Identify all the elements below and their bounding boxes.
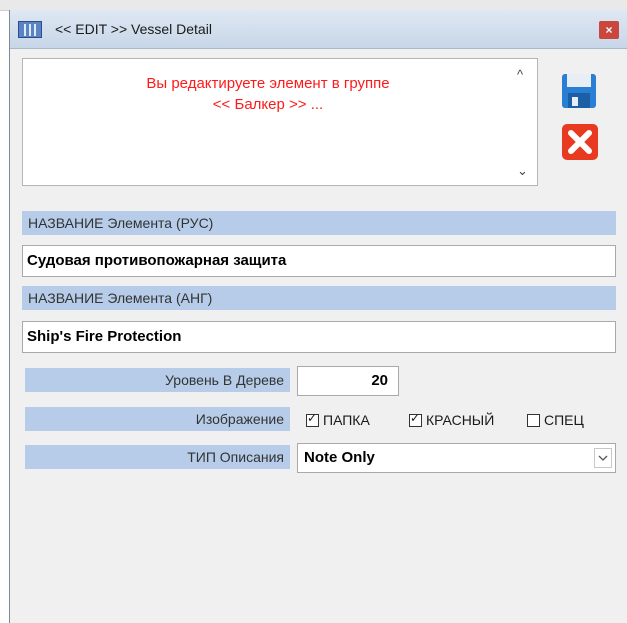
chevron-down-shape [598,455,608,461]
chevron-down-icon[interactable] [594,448,612,468]
checkbox-spec-label: СПЕЦ [544,412,584,428]
name-ru-header: НАЗВАНИЕ Элемента (РУС) [22,211,616,235]
check-icon: ✓ [410,411,421,425]
checkbox-box[interactable]: ✓ [409,411,422,427]
description-type-label: ТИП Описания [25,445,290,469]
vessel-detail-dialog: << EDIT >> Vessel Detail × Вы редактируе… [9,10,627,623]
checkbox-box[interactable]: ✓ [306,411,319,427]
save-button[interactable] [561,73,597,109]
name-en-header: НАЗВАНИЕ Элемента (АНГ) [22,286,616,310]
description-type-value: Note Only [304,449,375,466]
description-type-select[interactable]: Note Only [297,443,616,473]
message-line-1: Вы редактируете элемент в группе [146,75,390,92]
name-en-input[interactable]: Ship's Fire Protection [22,321,616,353]
message-box[interactable]: Вы редактируете элемент в группе << Балк… [22,58,538,186]
red-x-icon [562,124,598,160]
checkbox-spec[interactable]: СПЕЦ [527,410,584,430]
checkbox-box[interactable] [527,414,540,427]
checkbox-red-label: КРАСНЫЙ [426,412,495,428]
message-line-2: << Балкер >> ... [212,96,324,113]
title-bar: << EDIT >> Vessel Detail × [10,10,627,49]
checkbox-red[interactable]: ✓ КРАСНЫЙ [409,410,494,430]
checkbox-folder-label: ПАПКА [323,412,370,428]
message-text: Вы редактируете элемент в группе << Балк… [23,73,513,115]
tree-level-label: Уровень В Дереве [25,368,290,392]
cancel-button[interactable] [561,123,599,161]
checkbox-folder[interactable]: ✓ ПАПКА [306,410,370,430]
app-window-icon [18,21,42,38]
window-title: << EDIT >> Vessel Detail [55,21,212,37]
scroll-up-icon[interactable]: ^ [517,67,523,82]
check-icon: ✓ [307,411,318,425]
name-ru-input[interactable]: Судовая противопожарная защита [22,245,616,277]
scroll-down-icon[interactable]: ⌄ [517,163,528,179]
floppy-disk-icon [562,74,596,108]
image-label: Изображение [25,407,290,431]
close-button[interactable]: × [599,21,619,39]
tree-level-input[interactable]: 20 [297,366,399,396]
